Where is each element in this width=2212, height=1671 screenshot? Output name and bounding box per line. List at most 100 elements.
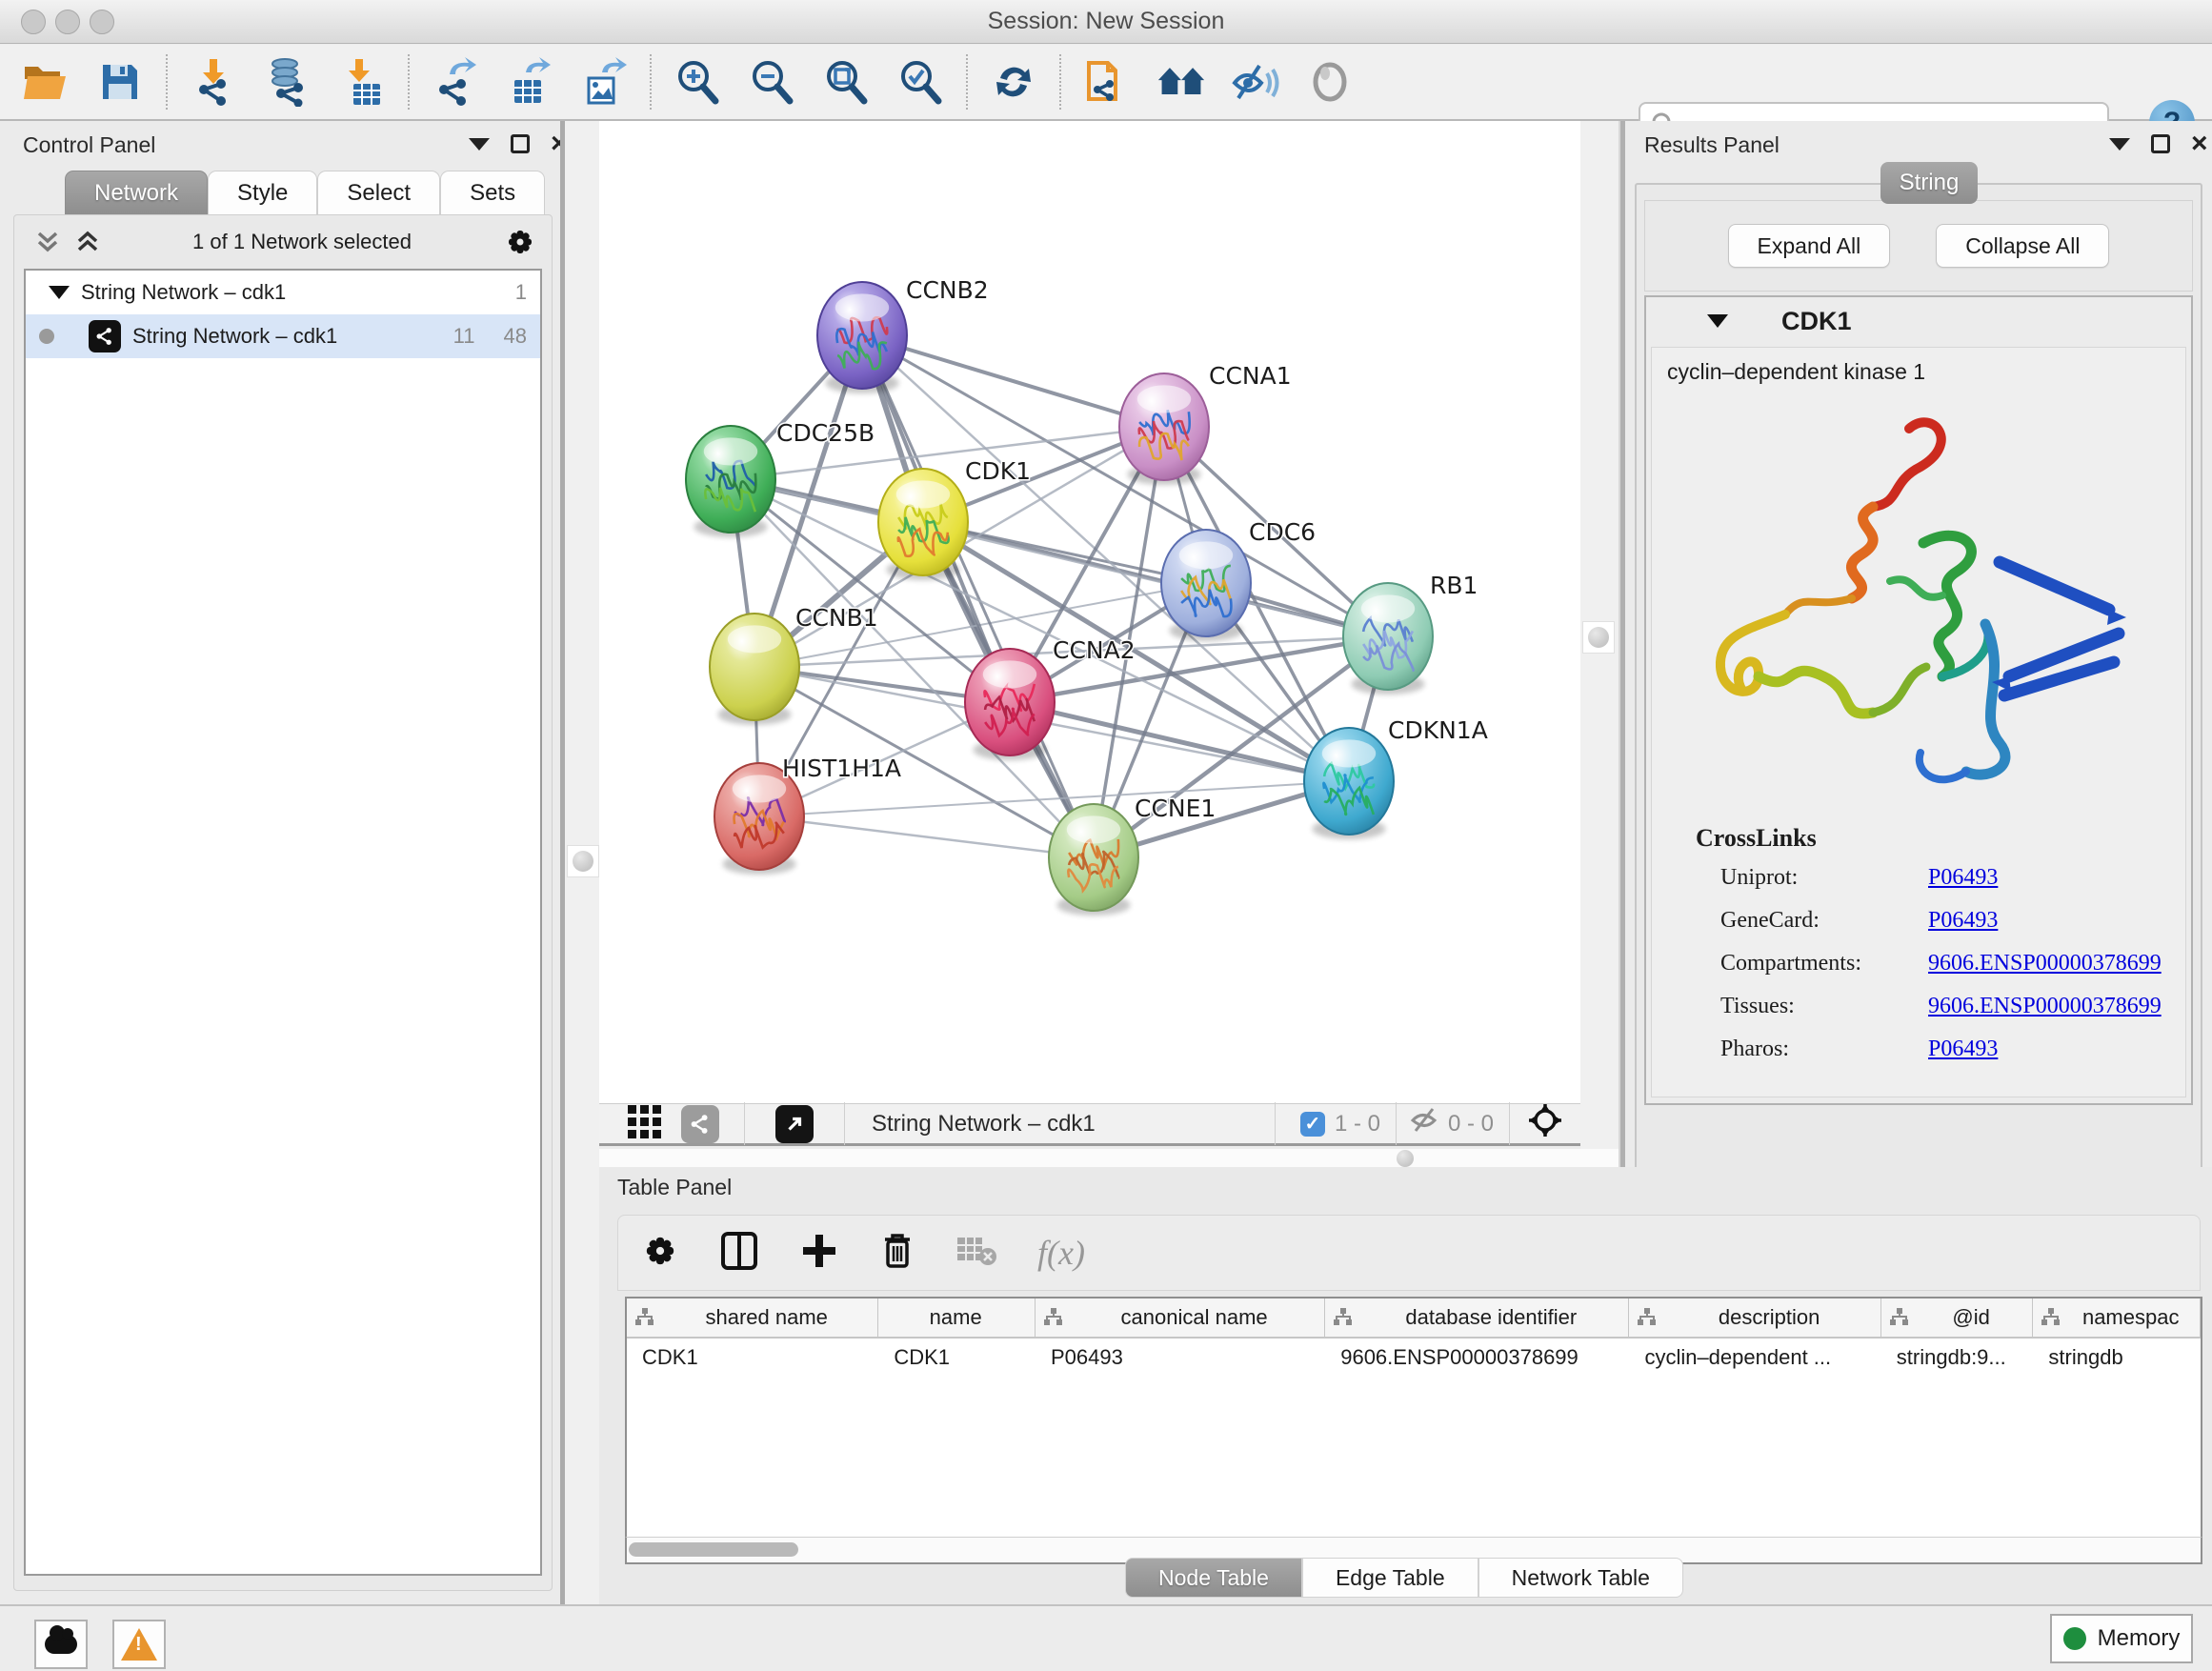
crosslink-link[interactable]: P06493 [1928,865,1998,891]
crosslink-link[interactable]: 9606.ENSP00000378699 [1928,994,2162,1019]
network-edge[interactable] [862,335,1164,427]
table-cell[interactable]: stringdb [2033,1339,2201,1376]
column-header-namespac[interactable]: namespac [2033,1299,2201,1337]
zoom-out-icon[interactable] [747,57,796,107]
selected-checkbox-icon[interactable]: ✓ [1300,1112,1325,1137]
home-icon[interactable] [1156,57,1206,107]
network-canvas[interactable]: CCNB2CCNA1CDC25BCDK1CDC6RB1CCNB1CCNA2CDK… [599,121,1580,1103]
network-collection-row[interactable]: String Network – cdk1 1 [26,271,540,314]
right-divider[interactable] [1619,121,1625,1167]
tab-network-table[interactable]: Network Table [1478,1558,1683,1598]
tab-node-table[interactable]: Node Table [1125,1558,1302,1598]
tab-style[interactable]: Style [208,171,317,214]
import-database-icon[interactable] [263,57,312,107]
network-node-rb1[interactable] [1343,583,1433,695]
collapse-all-icon[interactable] [35,230,60,254]
node-table[interactable]: shared namenamecanonical namedatabase id… [625,1297,2202,1537]
table-cell[interactable]: CDK1 [627,1339,878,1376]
panel-menu-icon[interactable] [2109,138,2130,151]
cloud-icon [45,1635,77,1654]
tab-edge-table[interactable]: Edge Table [1302,1558,1478,1598]
network-row-selected[interactable]: String Network – cdk1 11 48 [26,314,540,358]
network-node-ccne1[interactable] [1049,804,1138,916]
save-icon[interactable] [95,57,145,107]
export-image-icon[interactable] [579,57,629,107]
collapse-icon[interactable] [1707,314,1728,328]
network-edge[interactable] [759,816,1094,857]
import-network-icon[interactable] [189,57,238,107]
import-table-icon[interactable] [337,57,387,107]
expand-all-icon[interactable] [75,230,100,254]
memory-button[interactable]: Memory [2050,1614,2193,1663]
column-header--id[interactable]: @id [1881,1299,2034,1337]
cloud-status-button[interactable] [34,1620,88,1669]
export-network-icon[interactable] [431,57,480,107]
crosslinks-title: CrossLinks [1652,815,2185,856]
network-node-ccna1[interactable] [1119,373,1209,485]
network-edge[interactable] [1010,702,1349,781]
left-divider-handle[interactable] [567,845,599,877]
zoom-in-icon[interactable] [673,57,722,107]
tab-sets[interactable]: Sets [440,171,545,214]
show-columns-icon[interactable] [719,1230,759,1277]
memory-label: Memory [2098,1625,2181,1652]
panel-menu-icon[interactable] [469,138,490,151]
float-panel-icon[interactable] [2151,134,2170,153]
scrollbar-thumb[interactable] [629,1542,798,1557]
node-label-ccna2: CCNA2 [1053,636,1136,664]
grid-view-icon[interactable] [626,1101,664,1146]
crosslink-link[interactable]: 9606.ENSP00000378699 [1928,951,2162,976]
tab-network[interactable]: Network [65,171,208,214]
add-column-icon[interactable] [799,1231,839,1276]
network-view-icon[interactable] [681,1105,719,1143]
column-header-description[interactable]: description [1629,1299,1880,1337]
table-cell[interactable]: CDK1 [878,1339,1036,1376]
network-node-cdkn1a[interactable] [1304,728,1394,839]
tab-string[interactable]: String [1880,162,1978,204]
close-panel-icon[interactable]: × [2191,134,2208,153]
zoom-fit-icon[interactable] [821,57,871,107]
table-cell[interactable]: stringdb:9... [1881,1339,2034,1376]
network-graph[interactable]: CCNB2CCNA1CDC25BCDK1CDC6RB1CCNB1CCNA2CDK… [599,121,1580,1103]
detach-view-icon[interactable] [775,1105,814,1143]
right-divider-handle[interactable] [1582,621,1615,654]
expand-all-button[interactable]: Expand All [1728,224,1891,268]
network-document-icon[interactable] [1082,57,1132,107]
crosslink-link[interactable]: P06493 [1928,1037,1998,1062]
network-node-cdc25b[interactable] [686,426,775,537]
results-panel-title: Results Panel [1644,132,1780,158]
float-panel-icon[interactable] [511,134,530,153]
network-node-ccna2[interactable] [965,649,1055,760]
zoom-selected-icon[interactable] [895,57,945,107]
title-bar: Session: New Session [0,0,2212,44]
horizontal-divider-handle[interactable] [1391,1150,1419,1166]
network-node-ccnb2[interactable] [817,282,907,393]
open-folder-icon[interactable] [21,57,70,107]
table-settings-gear-icon[interactable] [641,1232,679,1275]
node-result-header[interactable]: CDK1 [1646,297,2191,345]
table-cell[interactable]: P06493 [1036,1339,1325,1376]
table-row[interactable]: CDK1CDK1P064939606.ENSP00000378699cyclin… [627,1339,2201,1377]
hide-graphics-icon[interactable] [1231,57,1280,107]
column-header-name[interactable]: name [878,1299,1036,1337]
gear-icon[interactable] [504,226,536,258]
export-table-icon[interactable] [505,57,554,107]
birdseye-icon[interactable] [1305,57,1355,107]
delete-column-icon[interactable] [879,1230,915,1277]
table-cell[interactable]: 9606.ENSP00000378699 [1325,1339,1629,1376]
crosslinks-section: CrossLinks Uniprot:P06493GeneCard:P06493… [1652,815,2185,1071]
crosslink-link[interactable]: P06493 [1928,908,1998,934]
warnings-button[interactable] [112,1620,166,1669]
table-cell[interactable]: cyclin–dependent ... [1629,1339,1880,1376]
column-header-canonical-name[interactable]: canonical name [1036,1299,1325,1337]
apply-layout-icon[interactable] [989,57,1038,107]
function-builder-icon: f(x) [1037,1233,1085,1273]
column-header-shared-name[interactable]: shared name [627,1299,878,1337]
column-header-database-identifier[interactable]: database identifier [1325,1299,1629,1337]
collapse-icon[interactable] [49,286,70,299]
collapse-all-button[interactable]: Collapse All [1936,224,2109,268]
tab-select[interactable]: Select [317,171,440,214]
horizontal-divider[interactable] [599,1149,1619,1167]
network-node-ccnb1[interactable] [710,614,799,725]
crosshair-icon[interactable] [1527,1102,1563,1145]
